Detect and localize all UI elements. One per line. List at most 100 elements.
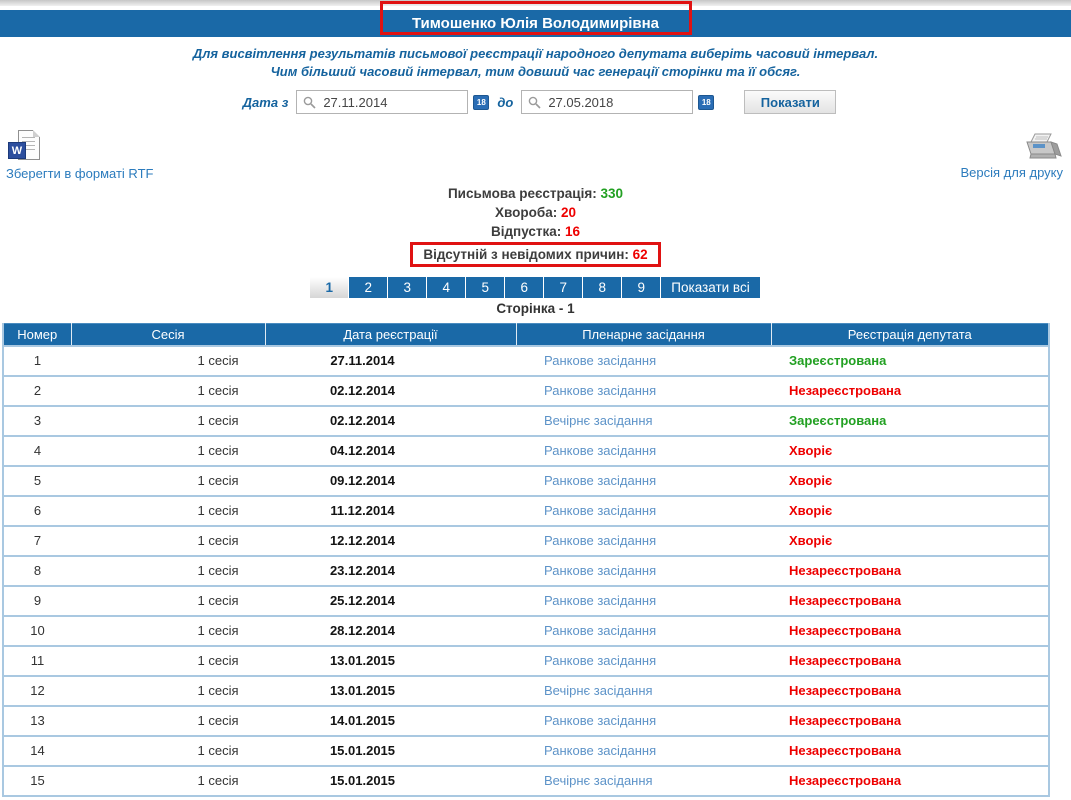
session-cell: 1 сесія — [71, 344, 265, 377]
row-number: 15 — [3, 765, 71, 797]
table-row: 31 сесія 02.12.2014 Вечірнє засідання Зареє… — [3, 405, 1049, 437]
column-header: Пленарне засідання — [516, 323, 772, 346]
show-button[interactable]: Показати — [744, 90, 837, 114]
summary-value: 62 — [632, 247, 648, 262]
status-cell: Незареєстрована — [771, 615, 1049, 647]
registration-date-cell: 27.11.2014 — [265, 344, 516, 377]
meeting-link[interactable]: Ранкове засідання — [516, 495, 771, 527]
status-cell: Незареєстрована — [771, 555, 1049, 587]
pagination-page-4[interactable]: 4 — [427, 277, 466, 298]
meeting-link[interactable]: Ранкове засідання — [516, 705, 771, 737]
meeting-link[interactable]: Ранкове засідання — [516, 344, 771, 377]
instruction-line-2: Чим більший часовий інтервал, тим довший… — [270, 64, 801, 79]
meeting-link[interactable]: Ранкове засідання — [516, 435, 771, 467]
meeting-link[interactable]: Ранкове засідання — [516, 735, 771, 767]
row-number: 4 — [3, 435, 71, 467]
title-bar: Тимошенко Юлія Володимирівна — [0, 10, 1071, 37]
printer-icon — [1026, 133, 1062, 159]
pagination-page-9[interactable]: 9 — [622, 277, 661, 298]
status-cell: Зареєстрована — [771, 344, 1049, 377]
registration-date-cell: 02.12.2014 — [265, 375, 516, 407]
pagination-page-2[interactable]: 2 — [349, 277, 388, 298]
status-cell: Хворіє — [771, 525, 1049, 557]
pagination-page-7[interactable]: 7 — [544, 277, 583, 298]
session-cell: 1 сесія — [71, 375, 265, 407]
pagination-show-all[interactable]: Показати всі — [661, 277, 760, 298]
session-cell: 1 сесія — [71, 465, 265, 497]
registration-date-cell: 12.12.2014 — [265, 525, 516, 557]
column-header: Сесія — [71, 323, 266, 346]
table-header-row: Номер Сесія Дата реєстрації Пленарне засіда… — [3, 323, 1049, 346]
summary-value: 330 — [600, 186, 624, 201]
session-cell: 1 сесія — [71, 675, 265, 707]
status-cell: Незареєстрована — [771, 765, 1049, 797]
registration-date-cell: 15.01.2015 — [265, 765, 516, 797]
calendar-icon-to[interactable]: 18 — [698, 94, 715, 110]
session-cell: 1 сесія — [71, 405, 265, 437]
registration-date-cell: 02.12.2014 — [265, 405, 516, 437]
pagination-page-3[interactable]: 3 — [388, 277, 427, 298]
row-number: 14 — [3, 735, 71, 767]
meeting-link[interactable]: Ранкове засідання — [516, 525, 771, 557]
meeting-link[interactable]: Ранкове засідання — [516, 555, 771, 587]
meeting-link[interactable]: Ранкове засідання — [516, 375, 771, 407]
summary-line-2: Хвороба: 20 — [0, 203, 1071, 222]
date-to-input[interactable] — [548, 91, 689, 113]
deputy-name-title: Тимошенко Юлія Володимирівна — [411, 15, 660, 32]
session-cell: 1 сесія — [71, 555, 265, 587]
pagination-page-5[interactable]: 5 — [466, 277, 505, 298]
status-cell: Хворіє — [771, 495, 1049, 527]
date-from-input[interactable] — [323, 91, 464, 113]
column-header: Номер — [3, 323, 72, 346]
print-version-link[interactable]: Версія для друку — [961, 130, 1063, 180]
pagination-page-8[interactable]: 8 — [583, 277, 622, 298]
meeting-link[interactable]: Вечірнє засідання — [516, 675, 771, 707]
row-number: 10 — [3, 615, 71, 647]
current-page-label: Сторінка - 1 — [496, 301, 575, 316]
summary-line-1: Письмова реєстрація: 330 — [0, 184, 1071, 203]
status-cell: Незареєстрована — [771, 645, 1049, 677]
row-number: 13 — [3, 705, 71, 737]
calendar-icon-from[interactable]: 18 — [473, 94, 490, 110]
row-number: 11 — [3, 645, 71, 677]
page-header: Тимошенко Юлія Володимирівна — [0, 0, 1071, 37]
status-cell: Незареєстрована — [771, 585, 1049, 617]
summary-value: 16 — [565, 224, 581, 239]
registration-date-cell: 25.12.2014 — [265, 585, 516, 617]
meeting-link[interactable]: Ранкове засідання — [516, 645, 771, 677]
meeting-link[interactable]: Ранкове засідання — [516, 585, 771, 617]
status-cell: Незареєстрована — [771, 735, 1049, 767]
table-row: 91 сесія 25.12.2014 Ранкове засідання Незар… — [3, 585, 1049, 617]
table-row: 61 сесія 11.12.2014 Ранкове засідання Хворі… — [3, 495, 1049, 527]
table-row: 10 1 сесія 28.12.2014 Ранкове засідання Неза… — [3, 615, 1049, 647]
session-cell: 1 сесія — [71, 705, 265, 737]
search-icon — [304, 96, 316, 109]
registration-date-cell: 13.01.2015 — [265, 645, 516, 677]
registration-date-cell: 13.01.2015 — [265, 675, 516, 707]
summary: Письмова реєстрація: 330 Хвороба: 20 Відпу… — [0, 184, 1071, 267]
table-row: 14 1 сесія 15.01.2015 Ранкове засідання Неза… — [3, 735, 1049, 767]
summary-label: Відсутній з невідомих причин: — [423, 247, 633, 262]
meeting-link[interactable]: Вечірнє засідання — [516, 765, 771, 797]
date-from-label: Дата з — [242, 94, 289, 110]
status-cell: Хворіє — [771, 435, 1049, 467]
meeting-link[interactable]: Ранкове засідання — [516, 615, 771, 647]
row-number: 12 — [3, 675, 71, 707]
word-logo: W — [8, 142, 26, 159]
pagination-page-6[interactable]: 6 — [505, 277, 544, 298]
meeting-link[interactable]: Ранкове засідання — [516, 465, 771, 497]
registration-date-cell: 28.12.2014 — [265, 615, 516, 647]
meeting-link[interactable]: Вечірнє засідання — [516, 405, 771, 437]
date-from-box — [296, 90, 469, 114]
pagination-page-1[interactable]: 1 — [310, 277, 349, 298]
table-row: 21 сесія 02.12.2014 Ранкове засідання Незар… — [3, 375, 1049, 407]
table-row: 71 сесія 12.12.2014 Ранкове засідання Хворі… — [3, 525, 1049, 557]
summary-item: Відпустка: 16 — [485, 222, 586, 241]
status-cell: Незареєстрована — [771, 375, 1049, 407]
summary-highlight-box: Відсутній з невідомих причин: 62 — [410, 242, 661, 267]
registration-date-cell: 14.01.2015 — [265, 705, 516, 737]
session-cell: 1 сесія — [71, 585, 265, 617]
save-rtf-link[interactable]: W Зберегти в форматі RTF — [6, 130, 153, 181]
registration-date-cell: 09.12.2014 — [265, 465, 516, 497]
registration-table: Номер Сесія Дата реєстрації Пленарне засіда… — [2, 323, 1050, 797]
